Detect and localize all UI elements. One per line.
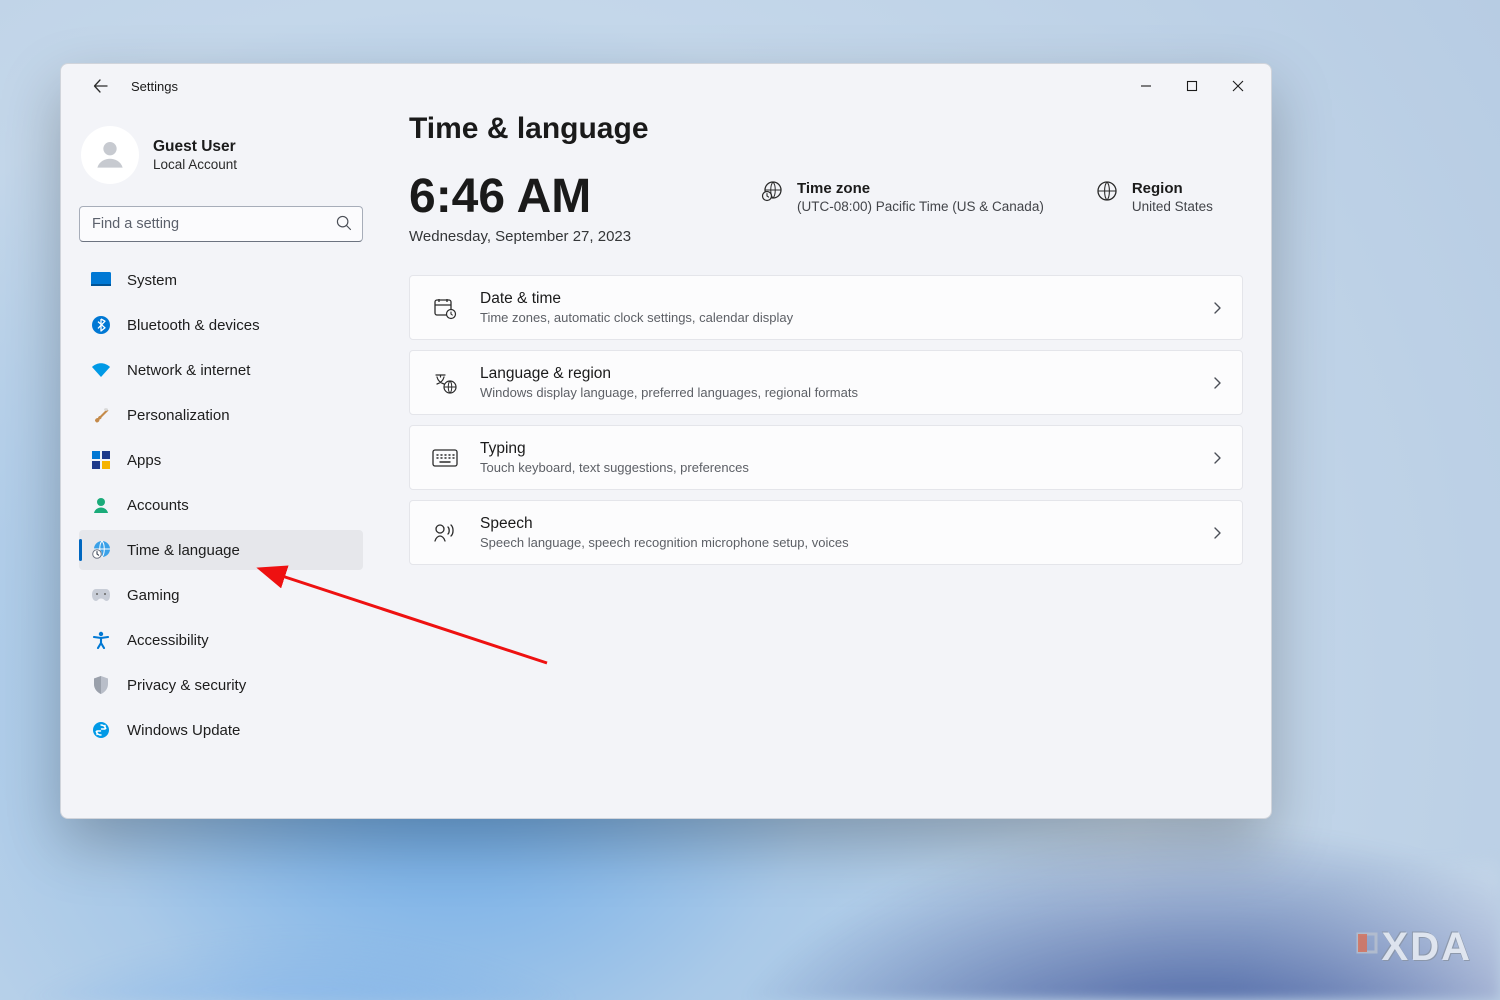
nav-label: Apps xyxy=(127,452,161,469)
calendar-clock-icon xyxy=(432,296,458,320)
maximize-icon xyxy=(1186,80,1198,92)
person-icon xyxy=(91,136,129,174)
search-wrap xyxy=(79,206,363,242)
card-language-region[interactable]: Language & region Windows display langua… xyxy=(409,350,1243,415)
nav-label: Accessibility xyxy=(127,632,209,649)
close-icon xyxy=(1232,80,1244,92)
avatar xyxy=(81,126,139,184)
settings-window: Settings Guest User Local Account xyxy=(60,63,1272,819)
bluetooth-icon xyxy=(91,316,111,334)
nav-label: Windows Update xyxy=(127,722,240,739)
system-icon xyxy=(91,272,111,288)
nav-time-language[interactable]: Time & language xyxy=(79,530,363,570)
clock-time: 6:46 AM xyxy=(409,172,709,222)
card-typing[interactable]: Typing Touch keyboard, text suggestions,… xyxy=(409,425,1243,490)
nav-privacy[interactable]: Privacy & security xyxy=(79,665,363,705)
nav-apps[interactable]: Apps xyxy=(79,440,363,480)
keyboard-icon xyxy=(432,449,458,467)
card-subtitle: Time zones, automatic clock settings, ca… xyxy=(480,310,1190,325)
titlebar: Settings xyxy=(61,64,1271,108)
card-title: Language & region xyxy=(480,365,1190,383)
timezone-label: Time zone xyxy=(797,180,1044,197)
time-language-icon xyxy=(91,540,111,560)
nav-system[interactable]: System xyxy=(79,260,363,300)
timezone-icon xyxy=(761,180,783,202)
sidebar: Guest User Local Account System Bluetoot… xyxy=(61,108,381,818)
chevron-right-icon xyxy=(1212,376,1222,390)
nav-label: Network & internet xyxy=(127,362,250,379)
gaming-icon xyxy=(91,588,111,602)
card-date-time[interactable]: Date & time Time zones, automatic clock … xyxy=(409,275,1243,340)
card-list: Date & time Time zones, automatic clock … xyxy=(409,275,1243,565)
nav-label: Privacy & security xyxy=(127,677,246,694)
search-input[interactable] xyxy=(79,206,363,242)
timezone-value: (UTC-08:00) Pacific Time (US & Canada) xyxy=(797,199,1044,214)
shield-icon xyxy=(91,676,111,694)
speech-icon xyxy=(432,521,458,545)
minimize-button[interactable] xyxy=(1123,70,1169,102)
region-tile[interactable]: Region United States xyxy=(1096,172,1213,214)
nav-label: Bluetooth & devices xyxy=(127,317,260,334)
arrow-left-icon xyxy=(93,78,109,94)
nav-network[interactable]: Network & internet xyxy=(79,350,363,390)
nav-list: System Bluetooth & devices Network & int… xyxy=(79,260,363,750)
chevron-right-icon xyxy=(1212,451,1222,465)
card-title: Date & time xyxy=(480,290,1190,308)
nav-label: System xyxy=(127,272,177,289)
card-subtitle: Speech language, speech recognition micr… xyxy=(480,535,1190,550)
accessibility-icon xyxy=(91,631,111,649)
wifi-icon xyxy=(91,362,111,378)
accounts-icon xyxy=(91,496,111,514)
card-subtitle: Windows display language, preferred lang… xyxy=(480,385,1190,400)
watermark: XDA xyxy=(1356,925,1472,970)
nav-accounts[interactable]: Accounts xyxy=(79,485,363,525)
user-subtitle: Local Account xyxy=(153,157,237,172)
region-label: Region xyxy=(1132,180,1213,197)
user-name: Guest User xyxy=(153,138,237,156)
nav-bluetooth[interactable]: Bluetooth & devices xyxy=(79,305,363,345)
nav-label: Gaming xyxy=(127,587,180,604)
window-title: Settings xyxy=(131,79,178,94)
nav-label: Time & language xyxy=(127,542,240,559)
nav-windows-update[interactable]: Windows Update xyxy=(79,710,363,750)
update-icon xyxy=(91,721,111,739)
chevron-right-icon xyxy=(1212,526,1222,540)
page-title: Time & language xyxy=(409,112,1243,146)
nav-label: Accounts xyxy=(127,497,189,514)
card-speech[interactable]: Speech Speech language, speech recogniti… xyxy=(409,500,1243,565)
clock-date: Wednesday, September 27, 2023 xyxy=(409,228,709,245)
maximize-button[interactable] xyxy=(1169,70,1215,102)
timezone-tile[interactable]: Time zone (UTC-08:00) Pacific Time (US &… xyxy=(761,172,1044,214)
info-row: 6:46 AM Wednesday, September 27, 2023 Ti… xyxy=(409,172,1243,245)
language-icon xyxy=(432,371,458,395)
card-title: Typing xyxy=(480,440,1190,458)
brush-icon xyxy=(91,406,111,424)
nav-accessibility[interactable]: Accessibility xyxy=(79,620,363,660)
back-button[interactable] xyxy=(81,66,121,106)
chevron-right-icon xyxy=(1212,301,1222,315)
user-block[interactable]: Guest User Local Account xyxy=(81,126,363,184)
nav-label: Personalization xyxy=(127,407,230,424)
main-content: Time & language 6:46 AM Wednesday, Septe… xyxy=(381,108,1271,818)
caption-buttons xyxy=(1123,70,1261,102)
nav-gaming[interactable]: Gaming xyxy=(79,575,363,615)
close-button[interactable] xyxy=(1215,70,1261,102)
region-value: United States xyxy=(1132,199,1213,214)
card-subtitle: Touch keyboard, text suggestions, prefer… xyxy=(480,460,1190,475)
apps-icon xyxy=(91,451,111,469)
globe-icon xyxy=(1096,180,1118,202)
minimize-icon xyxy=(1140,80,1152,92)
nav-personalization[interactable]: Personalization xyxy=(79,395,363,435)
card-title: Speech xyxy=(480,515,1190,533)
